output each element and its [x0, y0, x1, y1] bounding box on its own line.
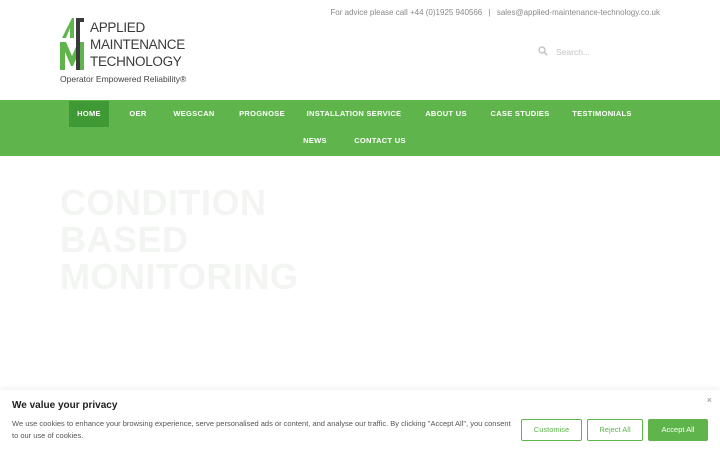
nav-item-installation-service[interactable]: INSTALLATION SERVICE	[306, 101, 402, 127]
contact-separator: |	[488, 8, 491, 17]
logo-line-2: MAINTENANCE	[90, 37, 185, 52]
hero-title-line-3: MONITORING	[60, 256, 299, 297]
nav-item-case-studies[interactable]: CASE STUDIES	[488, 101, 552, 127]
hero-title-line-1: CONDITION	[60, 182, 267, 223]
hero-title-line-2: BASED	[60, 219, 189, 260]
phone-link[interactable]: +44 (0)1925 940566	[410, 8, 482, 17]
nav-item-about-us[interactable]: ABOUT US	[420, 101, 472, 127]
search-input[interactable]	[556, 44, 656, 60]
nav-item-news[interactable]: NEWS	[298, 128, 332, 154]
search-box	[538, 44, 658, 60]
company-logo[interactable]: APPLIED MAINTENANCE TECHNOLOGY Operator …	[58, 16, 188, 88]
nav-item-prognose[interactable]: PROGNOSE	[236, 101, 288, 127]
cookie-description: We use cookies to enhance your browsing …	[12, 419, 511, 440]
amt-logo-icon	[60, 18, 84, 70]
nav-item-home[interactable]: HOME	[69, 101, 109, 127]
contact-prefix: For advice please call	[330, 8, 408, 17]
logo-tagline: Operator Empowered Reliability®	[60, 74, 187, 84]
reject-all-button[interactable]: Reject All	[587, 419, 643, 441]
contact-bar: For advice please call +44 (0)1925 94056…	[330, 8, 660, 17]
nav-item-oer[interactable]: OER	[124, 101, 152, 127]
accept-all-button[interactable]: Accept All	[648, 419, 708, 441]
cookie-title: We value your privacy	[12, 400, 118, 411]
logo-line-1: APPLIED	[90, 20, 145, 35]
close-icon[interactable]: ×	[707, 395, 712, 405]
cookie-consent-banner: We value your privacy We use cookies to …	[0, 390, 720, 450]
site-header: APPLIED MAINTENANCE TECHNOLOGY Operator …	[0, 0, 720, 100]
nav-item-wegscan[interactable]: WEGSCAN	[170, 101, 218, 127]
customise-button[interactable]: Customise	[521, 419, 582, 441]
nav-item-contact-us[interactable]: CONTACT US	[350, 128, 410, 154]
nav-item-testimonials[interactable]: TESTIMONIALS	[568, 101, 636, 127]
logo-wordmark: APPLIED MAINTENANCE TECHNOLOGY	[90, 19, 185, 70]
email-link[interactable]: sales@applied-maintenance-technology.co.…	[497, 8, 660, 17]
search-icon[interactable]	[538, 46, 548, 56]
hero-title: CONDITION BASED MONITORING	[60, 184, 298, 295]
hero-banner: CONDITION BASED MONITORING	[0, 156, 720, 390]
logo-line-3: TECHNOLOGY	[90, 54, 182, 69]
